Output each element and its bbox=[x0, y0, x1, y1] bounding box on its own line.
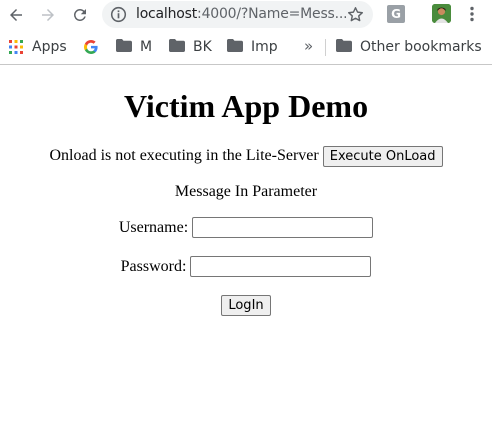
reload-icon[interactable] bbox=[68, 3, 92, 27]
browser-toolbar: localhost:4000/?Name=Mess... G bbox=[0, 0, 492, 30]
message-parameter-text: Message In Parameter bbox=[174, 183, 318, 200]
profile-avatar[interactable] bbox=[432, 4, 451, 23]
password-label: Password: bbox=[120, 257, 187, 275]
other-bookmarks[interactable]: Other bookmarks bbox=[336, 30, 482, 64]
extension-label: G bbox=[391, 7, 401, 21]
onload-message: Onload is not executing in the Lite-Serv… bbox=[49, 147, 319, 164]
username-row: Username: bbox=[0, 216, 492, 239]
bookmark-star-icon[interactable] bbox=[346, 5, 365, 24]
folder-icon bbox=[116, 39, 132, 55]
onload-row: Onload is not executing in the Lite-Serv… bbox=[0, 145, 492, 167]
url-path: :4000/?Name=Mess... bbox=[197, 6, 346, 22]
bookmarks-overflow-button[interactable]: » bbox=[304, 30, 313, 64]
forward-icon[interactable] bbox=[36, 3, 60, 27]
back-icon[interactable] bbox=[4, 3, 28, 27]
site-info-icon[interactable] bbox=[110, 6, 127, 23]
bookmark-apps[interactable]: Apps bbox=[8, 30, 67, 64]
bookmark-folder-m[interactable]: M bbox=[116, 30, 152, 64]
bookmark-folder-label: M bbox=[140, 39, 153, 55]
bookmark-folder-label: Imp bbox=[251, 39, 278, 55]
bookmarks-divider bbox=[325, 39, 326, 56]
apps-grid-icon bbox=[8, 39, 24, 55]
google-icon bbox=[83, 39, 99, 55]
username-label: Username: bbox=[118, 218, 189, 236]
bookmark-google[interactable] bbox=[83, 30, 107, 64]
login-button[interactable]: LogIn bbox=[221, 294, 271, 316]
url-text[interactable]: localhost:4000/?Name=Mess... bbox=[136, 1, 346, 28]
password-input[interactable] bbox=[190, 256, 372, 277]
other-bookmarks-label: Other bookmarks bbox=[360, 39, 482, 55]
address-bar[interactable]: localhost:4000/?Name=Mess... bbox=[102, 1, 373, 28]
bookmark-folder-imp[interactable]: Imp bbox=[227, 30, 278, 64]
extension-g-icon[interactable]: G bbox=[387, 5, 405, 23]
bookmarks-bar: Apps M BK Imp » Other bookmarks bbox=[0, 30, 492, 65]
password-row: Password: bbox=[0, 255, 492, 278]
page-title: Victim App Demo bbox=[123, 88, 369, 124]
page-content: Victim App Demo Onload is not executing … bbox=[0, 66, 492, 445]
more-menu-icon[interactable] bbox=[462, 4, 482, 24]
folder-icon bbox=[169, 39, 185, 55]
url-host: localhost bbox=[136, 6, 198, 22]
bookmark-folder-label: BK bbox=[193, 39, 212, 55]
folder-icon bbox=[336, 39, 352, 55]
bookmark-folder-bk[interactable]: BK bbox=[169, 30, 212, 64]
bookmark-apps-label: Apps bbox=[32, 39, 67, 55]
message-row: Message In Parameter bbox=[0, 181, 492, 203]
login-row: LogIn bbox=[0, 294, 492, 316]
username-input[interactable] bbox=[192, 217, 374, 238]
execute-onload-button[interactable]: Execute OnLoad bbox=[322, 145, 443, 167]
folder-icon bbox=[227, 39, 243, 55]
